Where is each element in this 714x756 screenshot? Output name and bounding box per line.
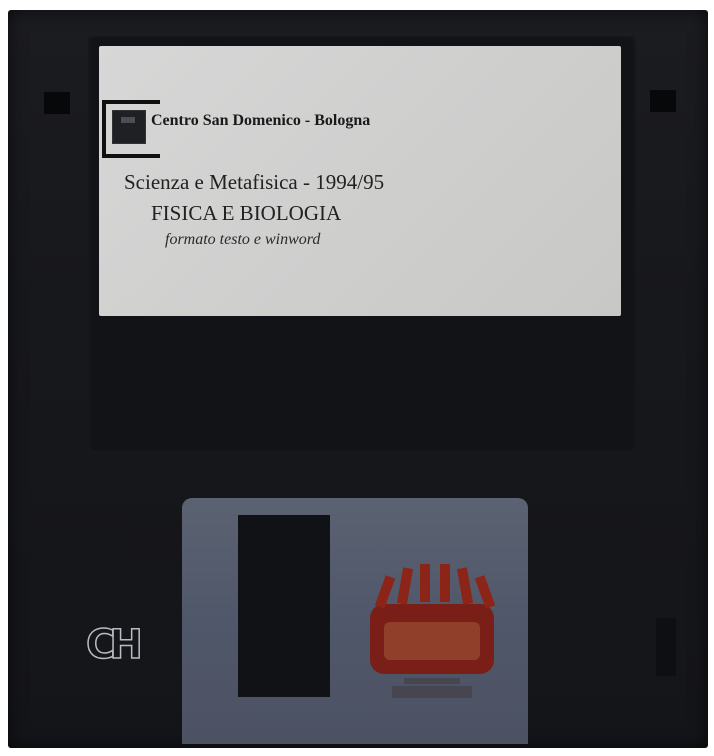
- course-title: Scienza e Metafisica - 1994/95: [124, 170, 385, 194]
- write-protect-hole-left: [44, 92, 70, 114]
- ch-logo-icon: CH: [85, 621, 143, 669]
- organization-name: Centro San Domenico - Bologna: [151, 112, 371, 129]
- crown-badge-icon: [370, 564, 496, 698]
- topic-title: FISICA E BIOLOGIA: [151, 201, 342, 225]
- corner-notch: [656, 618, 676, 676]
- shutter-window: [238, 515, 330, 697]
- photo: Centro San Domenico - Bologna Scienza e …: [0, 0, 714, 756]
- write-protect-hole-right: [650, 90, 676, 112]
- format-note: formato testo e winword: [165, 231, 321, 248]
